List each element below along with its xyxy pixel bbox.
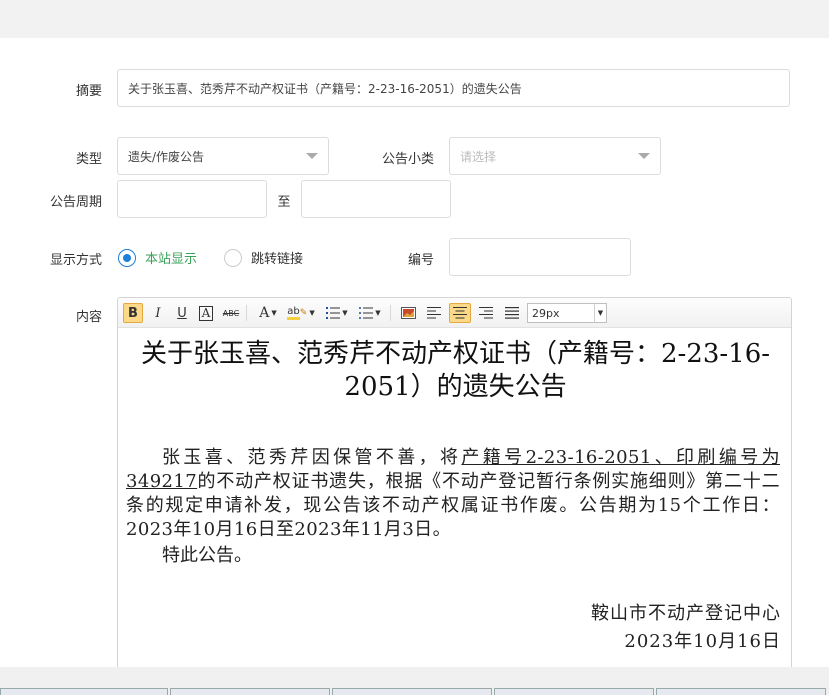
ordered-list-button[interactable]: ▼ — [323, 303, 351, 323]
radio-unchecked-icon — [224, 248, 242, 267]
font-color-icon: A — [259, 305, 270, 321]
chevron-down-icon: ▼ — [375, 309, 381, 317]
highlight-button[interactable]: ab ✎ ▼ — [286, 303, 316, 323]
subtype-label: 公告小类 — [381, 152, 434, 167]
font-color-button[interactable]: A ▼ — [254, 303, 282, 323]
unordered-list-button[interactable]: ▼ — [356, 303, 384, 323]
underline-button[interactable]: U — [172, 303, 192, 323]
display-option-jump-label: 跳转链接 — [251, 252, 304, 267]
number-label: 编号 — [407, 253, 434, 268]
align-justify-icon — [505, 307, 519, 319]
period-start-input[interactable] — [117, 180, 267, 218]
chevron-down-icon: ▼ — [309, 309, 315, 317]
period-label: 公告周期 — [49, 195, 102, 210]
chevron-down-icon — [638, 153, 650, 159]
display-label: 显示方式 — [49, 253, 102, 268]
type-select-value: 遗失/作废公告 — [128, 149, 205, 164]
taskbar — [0, 688, 829, 695]
document-signer: 鞍山市不动产登记中心 — [591, 603, 781, 624]
chevron-down-icon: ▼ — [342, 309, 348, 317]
display-option-site-label: 本站显示 — [145, 252, 198, 267]
font-size-value: 29px — [532, 306, 560, 320]
content-label: 内容 — [75, 310, 102, 325]
unordered-list-icon — [359, 307, 374, 319]
align-right-button[interactable] — [475, 303, 497, 323]
subtype-select[interactable]: 请选择 — [449, 137, 661, 175]
ordered-list-icon — [326, 307, 341, 319]
taskbar-item[interactable] — [332, 688, 492, 695]
subtype-select-placeholder: 请选择 — [460, 149, 497, 164]
chevron-down-icon: ▼ — [271, 309, 277, 317]
taskbar-item[interactable] — [170, 688, 330, 695]
italic-button[interactable]: I — [148, 303, 168, 323]
align-right-icon — [479, 307, 493, 319]
taskbar-item[interactable] — [656, 688, 826, 695]
font-size-select[interactable]: 29px ▼ — [527, 303, 607, 323]
summary-label: 摘要 — [75, 84, 102, 99]
marker-icon: ✎ — [299, 308, 308, 318]
period-end-input[interactable] — [301, 180, 451, 218]
insert-image-button[interactable] — [397, 303, 419, 323]
period-to-label: 至 — [277, 195, 291, 210]
align-center-button[interactable] — [449, 303, 471, 323]
document-closing: 特此公告。 — [162, 545, 252, 566]
taskbar-item[interactable] — [0, 688, 168, 695]
strikethrough-button[interactable]: ABC — [220, 303, 242, 323]
font-border-button[interactable]: A — [196, 303, 216, 323]
toolbar-separator — [246, 305, 247, 321]
taskbar-item[interactable] — [494, 688, 654, 695]
rich-text-editor[interactable]: B I U A ABC A ▼ ab ✎ ▼ ▼ ▼ 29px ▼ 关于张玉喜、… — [117, 297, 792, 677]
image-icon — [400, 307, 416, 319]
editor-toolbar: B I U A ABC A ▼ ab ✎ ▼ ▼ ▼ 29px ▼ — [118, 298, 791, 328]
document-paragraph: 张玉喜、范秀芹因保管不善，将产籍号2-23-16-2051、印刷编号为34921… — [126, 446, 780, 542]
chevron-down-icon: ▼ — [594, 304, 606, 322]
toolbar-separator — [390, 305, 391, 321]
chevron-down-icon — [306, 153, 318, 159]
number-input[interactable] — [449, 238, 631, 276]
align-left-button[interactable] — [423, 303, 445, 323]
top-bar — [0, 0, 829, 38]
display-option-site[interactable]: 本站显示 — [118, 248, 197, 267]
font-border-icon: A — [198, 305, 214, 321]
document-date: 2023年10月16日 — [624, 631, 781, 652]
align-left-icon — [427, 307, 441, 319]
align-center-icon — [453, 307, 467, 319]
highlight-icon: ab — [287, 306, 300, 320]
paragraph-text-before: 张玉喜、范秀芹因保管不善，将 — [162, 447, 462, 468]
radio-checked-icon — [118, 248, 136, 267]
bold-button[interactable]: B — [123, 303, 143, 323]
align-justify-button[interactable] — [501, 303, 523, 323]
document-title: 关于张玉喜、范秀芹不动产权证书（产籍号：2-23-16-2051）的遗失公告 — [140, 339, 771, 402]
display-option-jump[interactable]: 跳转链接 — [224, 248, 303, 267]
type-select[interactable]: 遗失/作废公告 — [117, 137, 329, 175]
type-label: 类型 — [75, 152, 102, 167]
paragraph-text-after: 的不动产权证书遗失，根据《不动产登记暂行条例实施细则》第二十二条的规定申请补发，… — [126, 471, 780, 540]
summary-input[interactable] — [117, 69, 790, 107]
